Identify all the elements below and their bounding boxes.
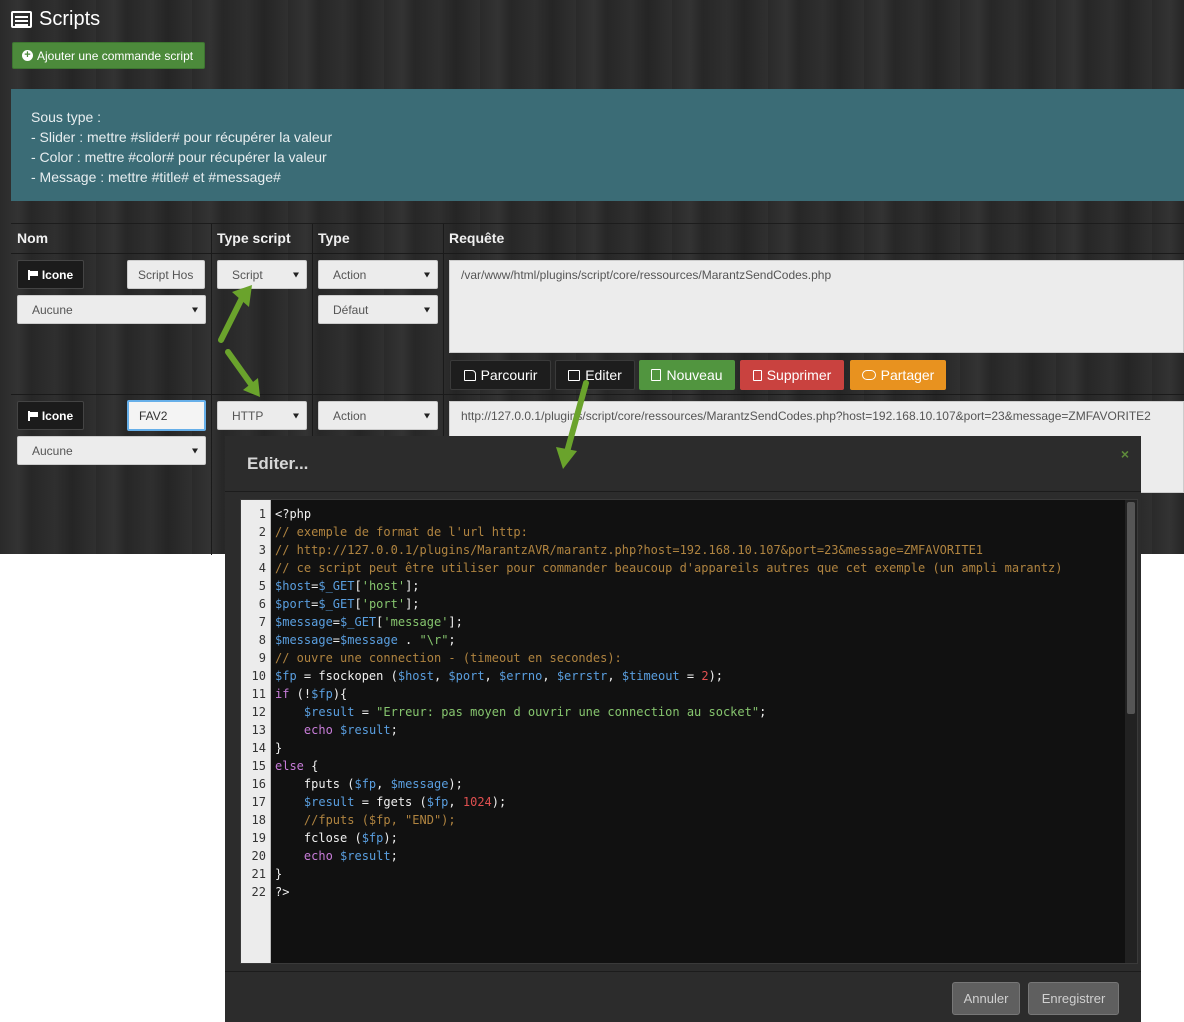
arrow-annotation [218,285,252,343]
arrow-annotation [225,349,260,397]
annotation-arrows [218,285,589,469]
arrow-annotation [556,380,589,469]
page: Scripts + Ajouter une commande script So… [0,0,1184,1022]
